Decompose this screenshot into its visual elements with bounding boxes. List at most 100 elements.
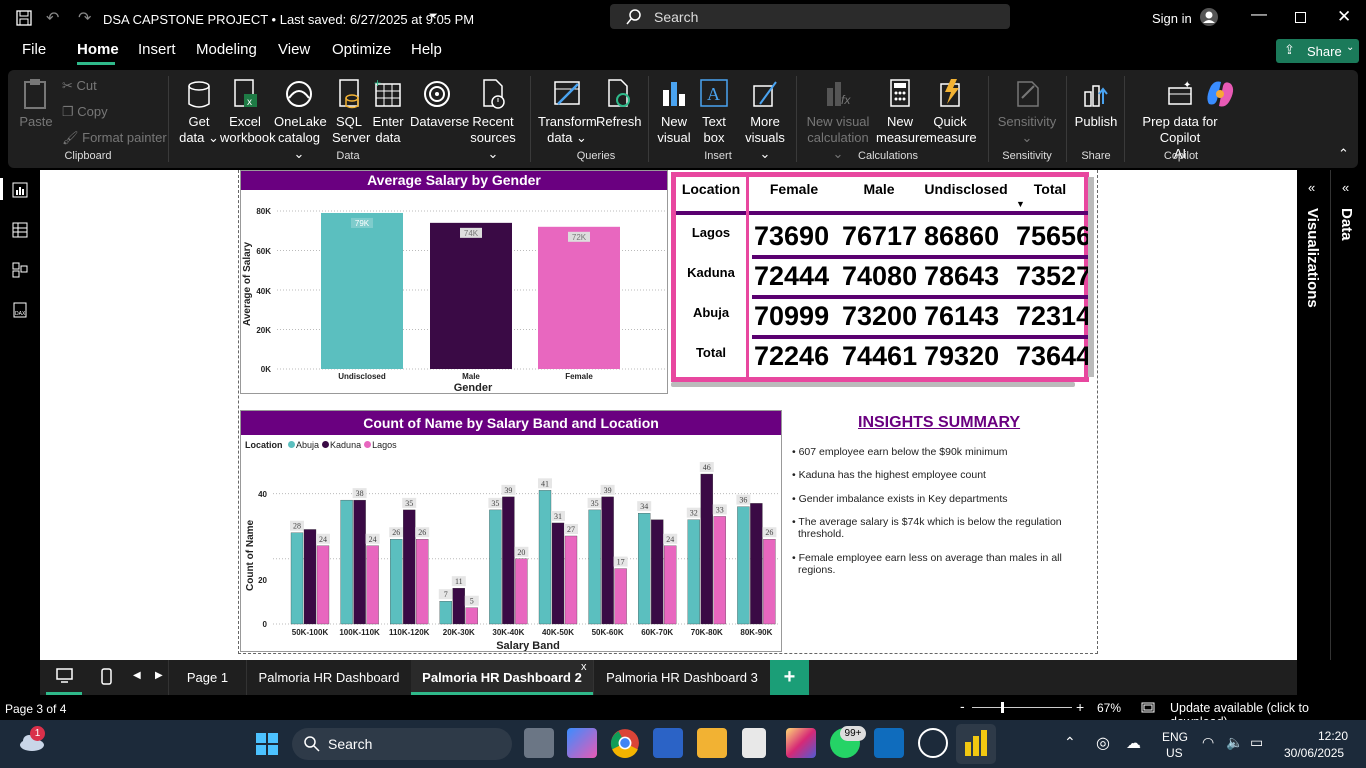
chevron-down-icon[interactable]: ⏷: [429, 10, 438, 23]
file-explorer-icon[interactable]: [697, 728, 727, 758]
clock-time[interactable]: 12:20: [1318, 729, 1348, 743]
language-indicator[interactable]: ENG: [1162, 730, 1188, 744]
cloud-tray-icon[interactable]: ☁: [1126, 734, 1141, 752]
matrix-column-header[interactable]: Location: [676, 181, 746, 197]
show-hidden-icons[interactable]: ⌃: [1064, 734, 1076, 751]
dax-query-view-icon[interactable]: DAX: [12, 302, 28, 318]
matrix-column-header[interactable]: Female: [750, 181, 838, 197]
bar[interactable]: [538, 226, 620, 369]
bar[interactable]: [321, 212, 403, 369]
bar[interactable]: [340, 499, 353, 625]
undo-icon[interactable]: ↶: [46, 8, 59, 28]
powerbi-active-app[interactable]: [956, 724, 996, 764]
bar[interactable]: [502, 496, 515, 625]
previous-page-icon[interactable]: ◀: [133, 670, 141, 681]
refresh-button[interactable]: Refresh: [596, 78, 642, 130]
menu-file[interactable]: File: [22, 41, 46, 58]
expand-data-icon[interactable]: «: [1342, 180, 1349, 195]
bar[interactable]: [430, 222, 512, 369]
bar[interactable]: [366, 545, 379, 625]
copilot-icon[interactable]: [1203, 78, 1237, 110]
average-salary-chart[interactable]: Average Salary by Gender 80K 60K 40K 20K…: [240, 170, 668, 394]
matrix-column-header[interactable]: Total: [1012, 181, 1088, 197]
taskbar-search[interactable]: Search: [292, 728, 512, 760]
bar[interactable]: [390, 539, 403, 625]
collapse-ribbon-icon[interactable]: ⌃: [1338, 146, 1349, 162]
outlook-icon[interactable]: [874, 728, 904, 758]
matrix-column-header[interactable]: Male: [838, 181, 920, 197]
menu-help[interactable]: Help: [411, 41, 442, 58]
bar[interactable]: [290, 532, 304, 625]
instagram-icon[interactable]: [786, 728, 816, 758]
chrome-icon[interactable]: [610, 728, 640, 758]
bar[interactable]: [353, 499, 366, 625]
bar[interactable]: [687, 519, 700, 625]
redo-icon[interactable]: ↷: [78, 8, 91, 28]
matrix-scrollbar[interactable]: [1088, 177, 1094, 377]
bar[interactable]: [551, 522, 565, 625]
report-view-icon[interactable]: [12, 182, 28, 198]
bar[interactable]: [439, 601, 452, 625]
text-box-button[interactable]: A Text box: [698, 78, 730, 146]
bar[interactable]: [489, 509, 502, 625]
get-data-button[interactable]: Get data ⌄: [176, 78, 222, 146]
bar[interactable]: [737, 506, 750, 625]
bar[interactable]: [564, 535, 578, 625]
model-view-icon[interactable]: [12, 262, 28, 278]
menu-view[interactable]: View: [278, 41, 310, 58]
bar[interactable]: [713, 516, 726, 625]
bar[interactable]: [750, 503, 763, 625]
bar[interactable]: [763, 539, 776, 625]
menu-optimize[interactable]: Optimize: [332, 41, 391, 58]
copilot-tray-icon[interactable]: ◎: [1096, 733, 1110, 753]
salary-band-chart[interactable]: Count of Name by Salary Band and Locatio…: [240, 410, 782, 652]
bar[interactable]: [316, 545, 330, 625]
save-icon[interactable]: [16, 10, 32, 26]
bar[interactable]: [403, 509, 416, 625]
sign-in-link[interactable]: Sign in: [1152, 11, 1192, 26]
table-view-icon[interactable]: [12, 222, 28, 238]
bar[interactable]: [303, 529, 317, 625]
excel-workbook-button[interactable]: x Excel workbook: [220, 78, 276, 146]
legend-item[interactable]: Kaduna: [319, 440, 361, 450]
page-tab[interactable]: Page 1: [168, 660, 246, 695]
wifi-icon[interactable]: ◠: [1202, 734, 1214, 751]
windows-start-icon[interactable]: [256, 733, 278, 755]
zoom-level[interactable]: 67%: [1097, 701, 1121, 715]
bar[interactable]: [651, 519, 664, 625]
menu-insert[interactable]: Insert: [138, 41, 176, 58]
sort-descending-icon[interactable]: ▼: [1016, 199, 1025, 209]
bar[interactable]: [614, 568, 627, 625]
enter-data-button[interactable]: + Enter data: [370, 78, 406, 146]
dataverse-button[interactable]: Dataverse: [410, 78, 469, 130]
close-tab-icon[interactable]: x: [581, 661, 587, 673]
new-visual-button[interactable]: New visual: [656, 78, 692, 146]
zoom-slider-thumb[interactable]: [1001, 702, 1004, 713]
page-tab[interactable]: Palmoria HR Dashboard 3: [593, 660, 770, 695]
bar[interactable]: [452, 587, 465, 625]
menu-home[interactable]: Home: [77, 41, 119, 58]
new-measure-button[interactable]: New measure: [876, 78, 927, 146]
search-box[interactable]: Search: [610, 4, 1010, 29]
minimize-icon[interactable]: —: [1251, 6, 1267, 24]
bar[interactable]: [588, 509, 601, 625]
weather-widget[interactable]: 1: [18, 726, 46, 752]
page-tab[interactable]: Palmoria HR Dashboard: [246, 660, 411, 695]
cut-button[interactable]: ✂ Cut: [62, 78, 97, 94]
microsoft-store-icon[interactable]: [653, 728, 683, 758]
notepad-icon[interactable]: [742, 728, 766, 758]
desktop-layout-button[interactable]: [46, 660, 82, 695]
close-icon[interactable]: ✕: [1337, 7, 1351, 27]
salary-matrix[interactable]: Location Female Male Undisclosed Total Lagos…: [671, 172, 1094, 387]
bar[interactable]: [538, 490, 552, 625]
expand-visualizations-icon[interactable]: «: [1308, 180, 1315, 195]
bar[interactable]: [700, 473, 713, 625]
legend-item[interactable]: Abuja: [285, 440, 319, 450]
paste-button[interactable]: Paste: [16, 78, 56, 130]
sql-server-button[interactable]: SQL Server: [332, 78, 370, 146]
clock-date[interactable]: 30/06/2025: [1284, 746, 1344, 760]
matrix-h-scrollbar[interactable]: [671, 382, 1075, 387]
share-button[interactable]: ⇪ Share ⌄: [1276, 39, 1359, 63]
quick-measure-button[interactable]: Quick measure: [926, 78, 977, 146]
bar[interactable]: [638, 513, 651, 625]
